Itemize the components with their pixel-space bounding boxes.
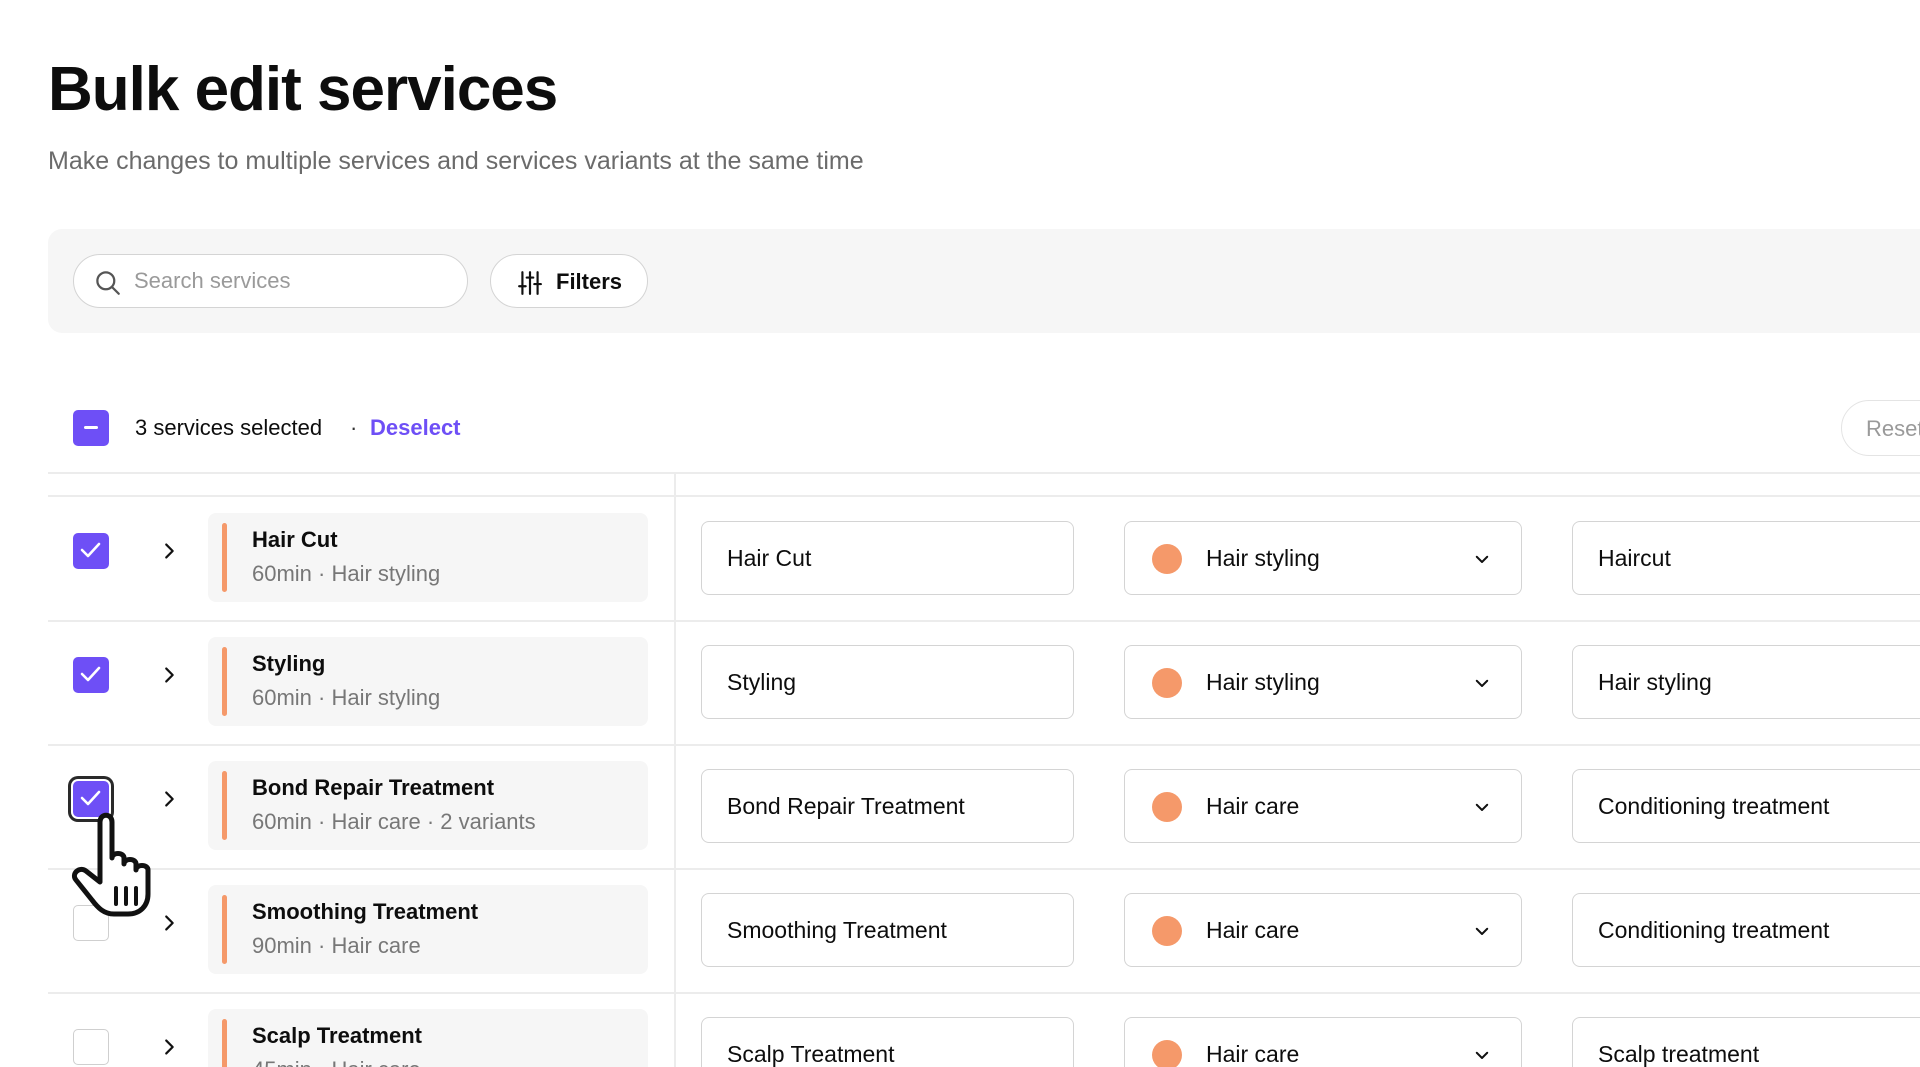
treatment-type-value: Conditioning treatment	[1598, 793, 1830, 819]
treatment-type-value: Haircut	[1598, 545, 1671, 571]
service-summary-card: Bond Repair Treatment 60min · Hair care ·…	[208, 761, 648, 850]
page-title: Bulk edit services	[48, 55, 558, 124]
service-meta: 45min · Hair care	[252, 1056, 421, 1067]
service-row: Styling 60min · Hair styling Styling Hair s…	[0, 620, 1920, 744]
category-color-swatch	[1152, 916, 1182, 946]
service-name-input[interactable]: Styling	[701, 645, 1074, 719]
service-name-input[interactable]: Smoothing Treatment	[701, 893, 1074, 967]
category-select[interactable]: Hair care	[1124, 893, 1522, 967]
category-value: Hair care	[1206, 1041, 1300, 1067]
service-name: Bond Repair Treatment	[252, 775, 495, 800]
chevron-down-icon	[1473, 922, 1491, 940]
checkmark-icon	[80, 790, 101, 806]
service-name-input[interactable]: Bond Repair Treatment	[701, 769, 1074, 843]
search-icon	[96, 271, 120, 295]
service-meta: 60min · Hair care · 2 variants	[252, 809, 536, 834]
expand-chevron-right-icon[interactable]	[158, 540, 180, 562]
service-name-value: Smoothing Treatment	[727, 917, 947, 943]
search-box[interactable]	[73, 254, 468, 308]
category-color-bar	[222, 895, 227, 964]
treatment-type-field[interactable]: Conditioning treatment	[1572, 769, 1920, 843]
service-name-value: Bond Repair Treatment	[727, 793, 965, 819]
service-meta: 90min · Hair care	[252, 933, 421, 958]
category-value: Hair care	[1206, 793, 1300, 819]
checkmark-icon	[80, 542, 101, 558]
treatment-type-field[interactable]: Hair styling	[1572, 645, 1920, 719]
reset-label: Reset	[1866, 416, 1920, 441]
category-select[interactable]: Hair styling	[1124, 521, 1522, 595]
divider	[48, 472, 1920, 474]
filters-button[interactable]: Filters	[490, 254, 648, 308]
separator-dot: ·	[350, 415, 358, 440]
expand-chevron-right-icon[interactable]	[158, 664, 180, 686]
service-row: Scalp Treatment45min · Hair careScalp Tr…	[0, 992, 1920, 1067]
filters-label: Filters	[556, 269, 623, 294]
category-value: Hair styling	[1206, 669, 1320, 695]
service-name-value: Hair Cut	[727, 545, 812, 571]
toolbar: Filters	[48, 229, 1920, 333]
deselect-link[interactable]: Deselect	[370, 414, 461, 442]
chevron-down-icon	[1473, 1046, 1491, 1064]
expand-chevron-right-icon[interactable]	[158, 1036, 180, 1058]
service-summary-card: Smoothing Treatment 90min · Hair care	[208, 885, 648, 974]
category-color-bar	[222, 771, 227, 840]
category-color-swatch	[1152, 792, 1182, 822]
service-meta: 60min · Hair styling	[252, 685, 441, 710]
search-input[interactable]	[134, 255, 454, 306]
service-row: Hair Cut 60min · Hair styling Hair Cut Hair…	[0, 496, 1920, 620]
service-summary-card: Styling 60min · Hair styling	[208, 637, 648, 726]
service-name: Styling	[252, 651, 326, 676]
filters-icon	[518, 271, 542, 295]
row-checkbox[interactable]	[73, 657, 109, 693]
page-subtitle: Make changes to multiple services and se…	[48, 147, 864, 175]
expand-chevron-right-icon[interactable]	[158, 788, 180, 810]
category-color-bar	[222, 647, 227, 716]
treatment-type-value: Scalp treatment	[1598, 1041, 1760, 1067]
category-color-swatch	[1152, 1040, 1182, 1067]
service-name: Hair Cut	[252, 527, 338, 552]
select-all-checkbox[interactable]	[73, 410, 109, 446]
category-color-bar	[222, 1019, 227, 1067]
reset-button[interactable]: Reset	[1841, 400, 1920, 456]
treatment-type-field[interactable]: Conditioning treatment	[1572, 893, 1920, 967]
bulk-edit-page: Bulk edit services Make changes to multi…	[0, 0, 1920, 1067]
category-color-bar	[222, 523, 227, 592]
checkmark-icon	[80, 666, 101, 682]
service-row: Bond Repair Treatment 60min · Hair care ·…	[0, 744, 1920, 868]
service-meta: 60min · Hair styling	[252, 561, 441, 586]
category-select[interactable]: Hair care	[1124, 769, 1522, 843]
treatment-type-value: Conditioning treatment	[1598, 917, 1830, 943]
selected-count: 3 services selected	[135, 415, 323, 440]
service-name-input[interactable]: Hair Cut	[701, 521, 1074, 595]
selection-bar: 3 services selected · Deselect Reset	[48, 400, 1920, 472]
service-name-value: Styling	[727, 669, 797, 695]
row-checkbox[interactable]	[73, 1029, 109, 1065]
service-summary-card: Scalp Treatment 45min · Hair care	[208, 1009, 648, 1067]
service-summary-card: Hair Cut 60min · Hair styling	[208, 513, 648, 602]
category-color-swatch	[1152, 668, 1182, 698]
chevron-down-icon	[1473, 550, 1491, 568]
service-name-input[interactable]: Scalp Treatment	[701, 1017, 1074, 1067]
service-name: Smoothing Treatment	[252, 899, 479, 924]
category-select[interactable]: Hair styling	[1124, 645, 1522, 719]
treatment-type-value: Hair styling	[1598, 669, 1712, 695]
service-name-value: Scalp Treatment	[727, 1041, 895, 1067]
service-name: Scalp Treatment	[252, 1023, 422, 1048]
category-color-swatch	[1152, 544, 1182, 574]
category-value: Hair care	[1206, 917, 1300, 943]
treatment-type-field[interactable]: Scalp treatment	[1572, 1017, 1920, 1067]
category-value: Hair styling	[1206, 545, 1320, 571]
chevron-down-icon	[1473, 798, 1491, 816]
treatment-type-field[interactable]: Haircut	[1572, 521, 1920, 595]
service-row: Smoothing Treatment 90min · Hair care Smoo…	[0, 868, 1920, 992]
hand-pointer-cursor-icon	[71, 812, 151, 917]
chevron-down-icon	[1473, 674, 1491, 692]
row-checkbox[interactable]	[73, 533, 109, 569]
category-select[interactable]: Hair care	[1124, 1017, 1522, 1067]
